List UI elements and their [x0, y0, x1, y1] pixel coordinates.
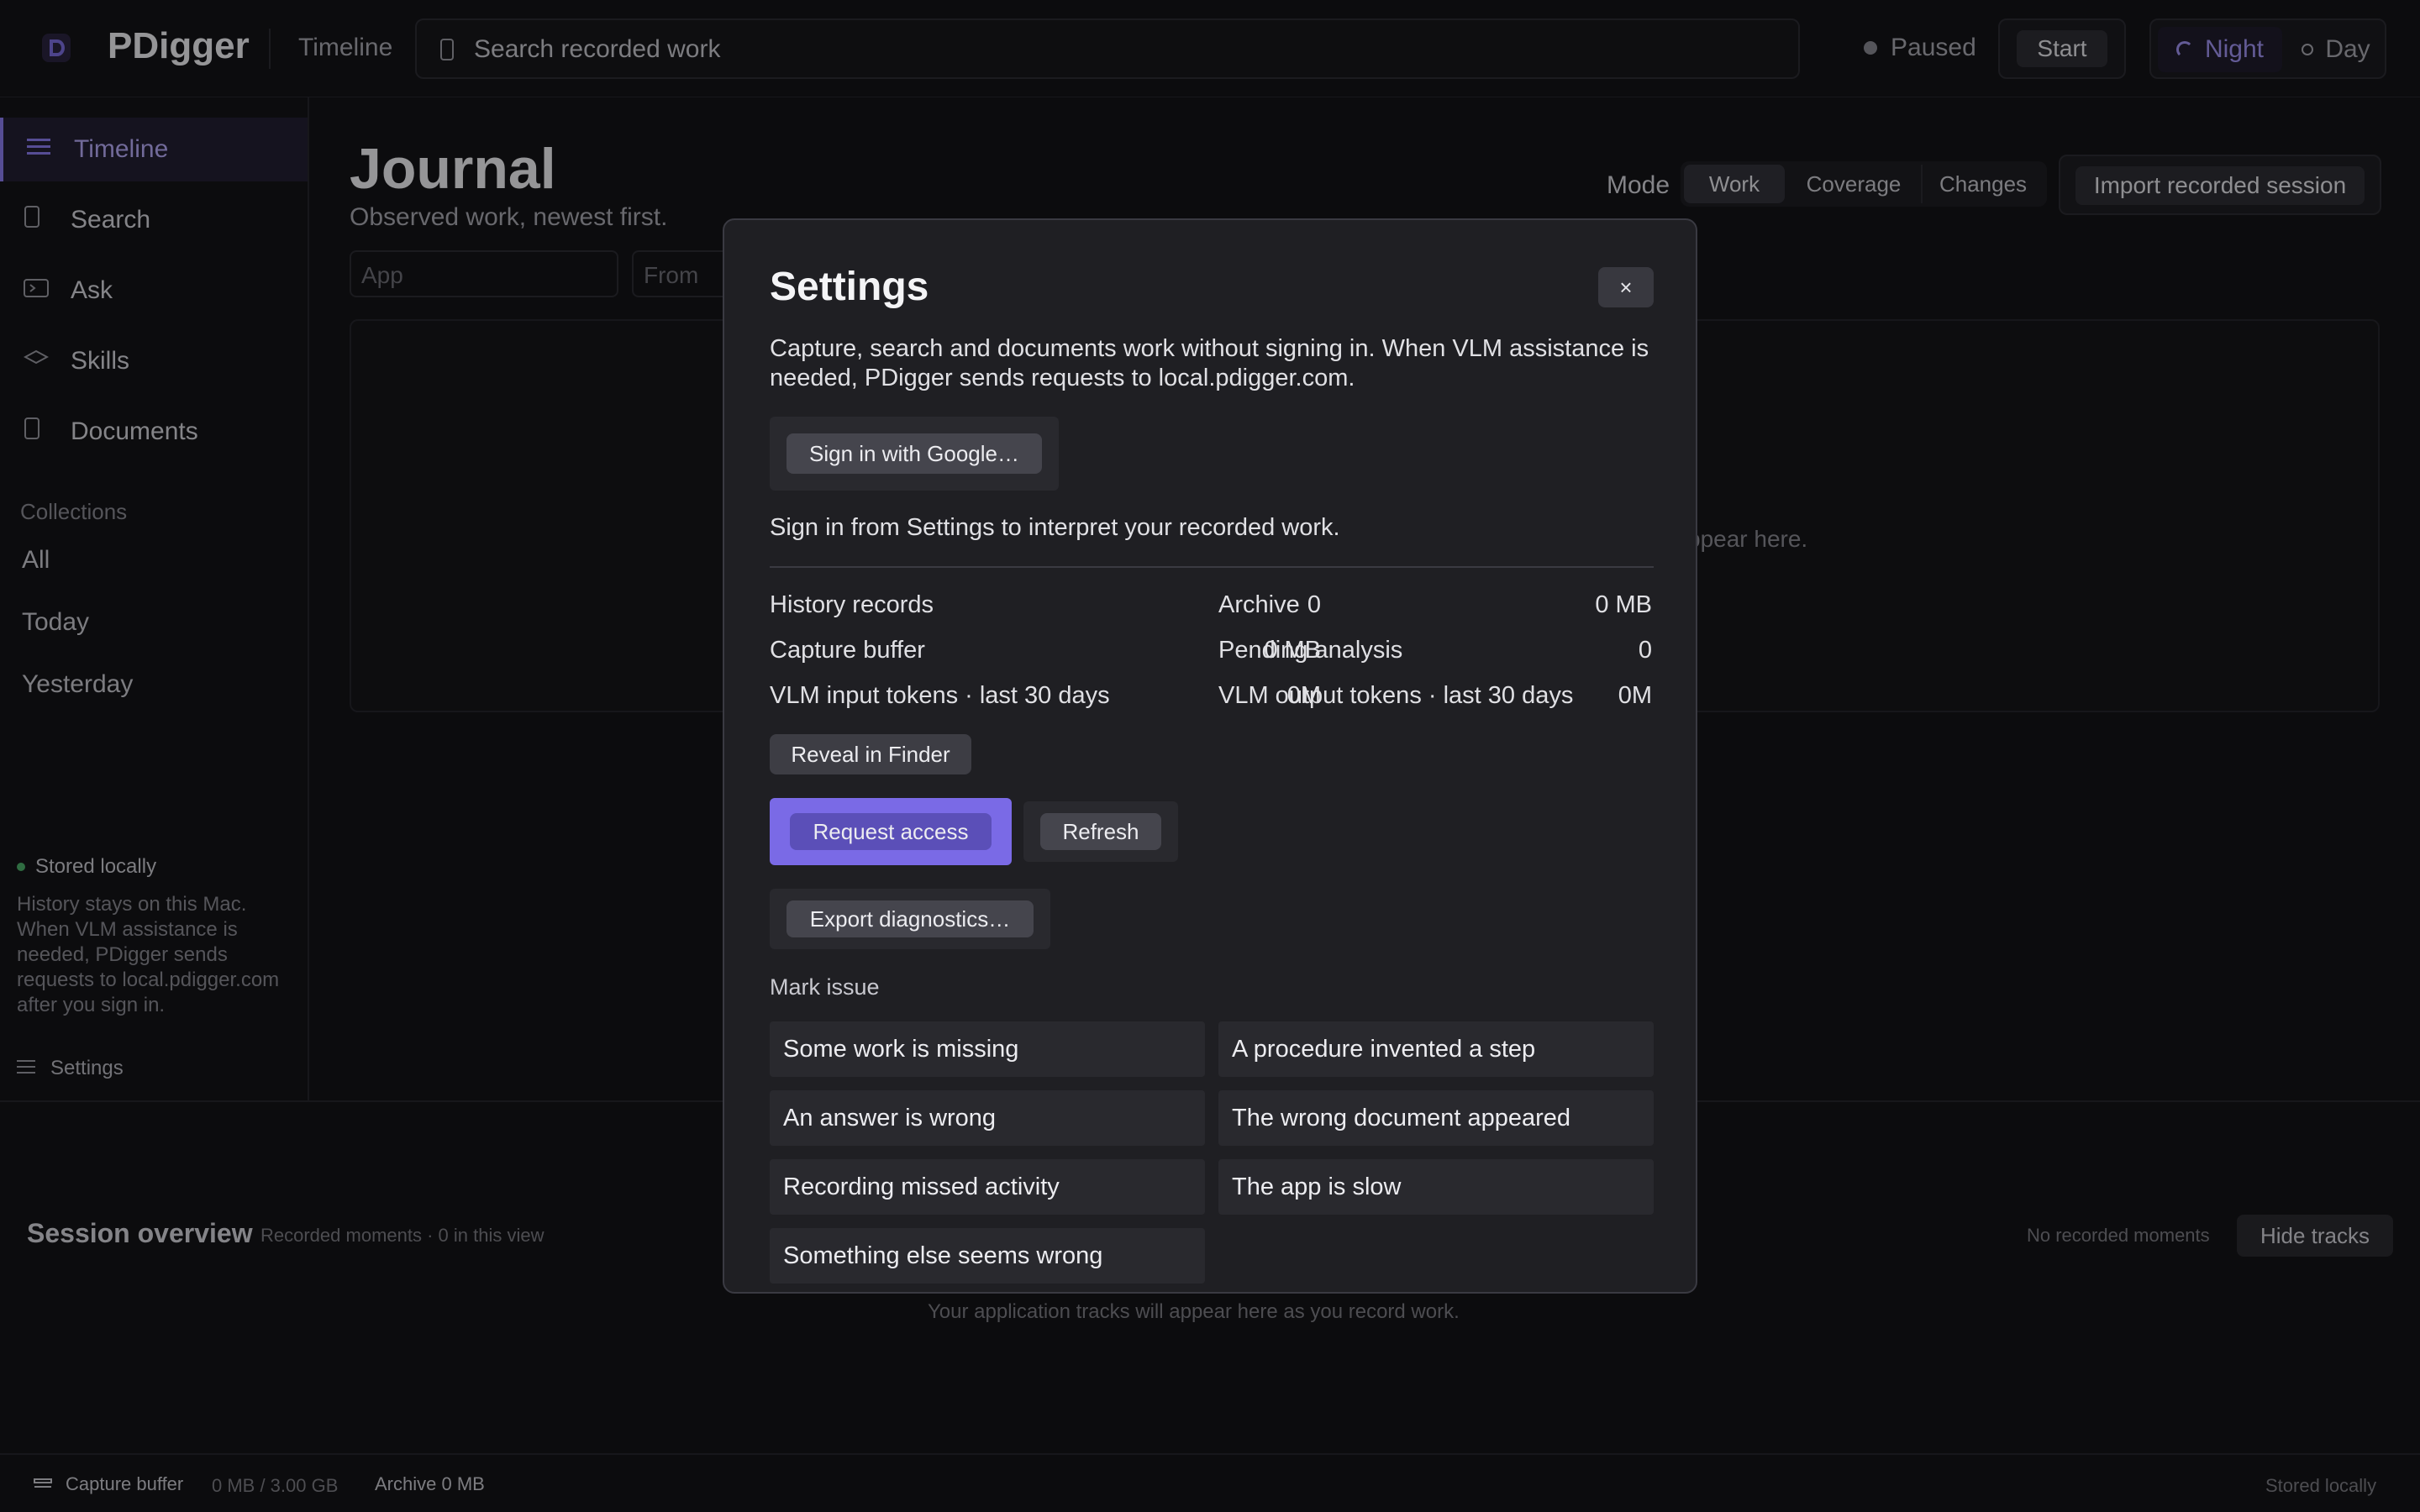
export-diagnostics-frame: Export diagnostics…: [770, 889, 1050, 949]
issue-option[interactable]: An answer is wrong: [770, 1090, 1205, 1146]
sign-in-google-button[interactable]: Sign in with Google…: [786, 433, 1042, 474]
issue-option[interactable]: Some work is missing: [770, 1021, 1205, 1077]
capture-buffer-label: Capture buffer: [770, 637, 925, 664]
refresh-frame: Refresh: [1023, 801, 1178, 862]
close-button[interactable]: ×: [1598, 267, 1654, 307]
vlm-output-tokens-value: 0M: [1618, 682, 1652, 709]
settings-title: Settings: [770, 265, 929, 309]
pending-analysis-label: Pending analysis: [1218, 637, 1403, 664]
mark-issue-heading: Mark issue: [770, 974, 880, 1000]
request-access-frame: Request access: [770, 798, 1012, 865]
sign-in-frame: Sign in with Google…: [770, 417, 1059, 491]
vlm-input-tokens-label: VLM input tokens · last 30 days: [770, 682, 1110, 709]
history-records-label: History records: [770, 591, 934, 618]
issue-option[interactable]: Recording missed activity: [770, 1159, 1205, 1215]
sign-in-note: Sign in from Settings to interpret your …: [770, 514, 1340, 541]
refresh-button[interactable]: Refresh: [1040, 813, 1161, 850]
export-diagnostics-button[interactable]: Export diagnostics…: [786, 900, 1034, 937]
pending-analysis-value: 0: [1638, 637, 1652, 664]
archive-value: 0 MB: [1595, 591, 1652, 618]
reveal-in-finder-button[interactable]: Reveal in Finder: [770, 734, 971, 774]
divider: [770, 566, 1654, 568]
settings-description: Capture, search and documents work witho…: [770, 335, 1649, 391]
settings-dialog: Settings × Capture, search and documents…: [723, 218, 1697, 1294]
request-access-button[interactable]: Request access: [790, 813, 992, 850]
issue-option[interactable]: Something else seems wrong: [770, 1228, 1205, 1284]
issue-option[interactable]: The app is slow: [1218, 1159, 1654, 1215]
issue-option[interactable]: The wrong document appeared: [1218, 1090, 1654, 1146]
issue-option[interactable]: A procedure invented a step: [1218, 1021, 1654, 1077]
archive-label: Archive: [1218, 591, 1300, 618]
